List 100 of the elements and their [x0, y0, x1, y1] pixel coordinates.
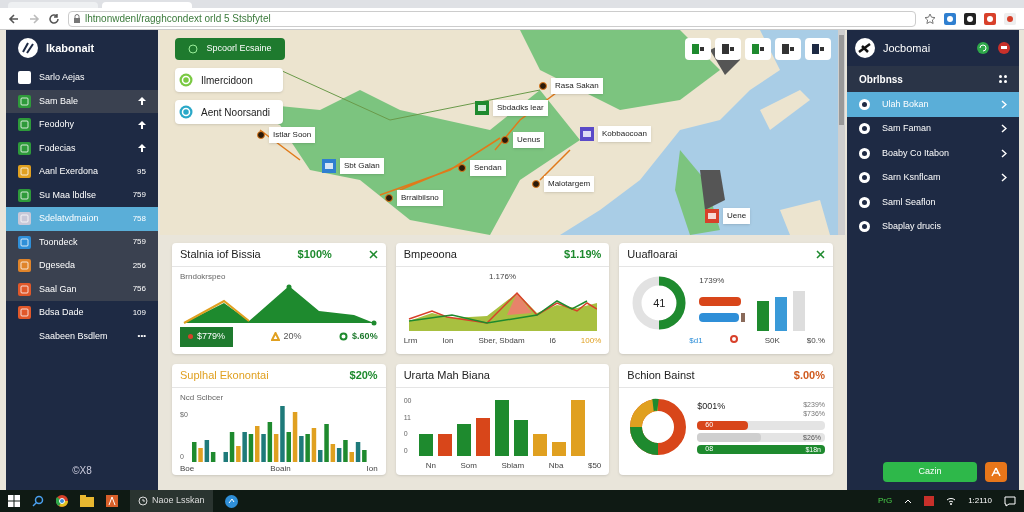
sidebar-item[interactable]: Feodohy — [6, 113, 158, 137]
chart-subtitle: Ncd Sclbcer — [179, 392, 225, 404]
map-label: Sbdadks lear — [493, 100, 548, 116]
ring-icon — [729, 335, 738, 343]
axis-label: Som — [460, 460, 477, 472]
app-title: Ikabonait — [46, 40, 95, 56]
clock-icon — [138, 496, 148, 506]
panel-item[interactable]: Sarn Ksnflcam — [847, 165, 1019, 190]
marker-dot — [458, 164, 466, 172]
panel-item[interactable]: Boaby Co Itabon — [847, 141, 1019, 166]
axis-label: Ion — [366, 463, 378, 475]
sidebar-item[interactable]: Saabeen Bsdlem ••• — [6, 324, 158, 348]
layer-button[interactable]: Spcoorl Ecsaine — [175, 38, 285, 60]
axis-label: $50 — [587, 460, 602, 472]
close-icon[interactable] — [816, 250, 825, 259]
panel-item[interactable]: Sam Faman — [847, 116, 1019, 141]
map-label: Uenus — [513, 132, 545, 148]
wifi-icon[interactable] — [946, 496, 957, 506]
card-value: $.00% — [793, 368, 825, 384]
card-title: Stalnia iof Bissia — [180, 247, 261, 263]
taskbar-app[interactable]: Naoe Lsskan — [130, 490, 213, 512]
logo-icon — [855, 38, 875, 58]
sidebar-item[interactable]: Su Maa lbdlse 759 — [6, 183, 158, 207]
chevron-icon[interactable] — [904, 498, 913, 504]
sidebar-item[interactable]: Sam Bale — [6, 89, 158, 113]
card-title: Suplhal Ekonontai — [180, 368, 269, 384]
map-label: Sbt Galan — [340, 158, 384, 174]
tool-icon — [692, 44, 704, 54]
grid-icon[interactable] — [999, 75, 1007, 83]
map-tool-button[interactable] — [745, 38, 771, 60]
card-title: Bchion Bainst — [627, 368, 695, 384]
layer-card[interactable]: Ilmercidoon — [175, 68, 283, 92]
tool-icon — [782, 44, 794, 54]
stat-value: $.60% — [352, 330, 378, 343]
tray-icon[interactable] — [924, 496, 935, 506]
layer-card[interactable]: Aent Noorsandi — [175, 100, 283, 124]
share-button[interactable] — [985, 462, 1007, 482]
panel-title: Jocbomai — [883, 40, 932, 56]
item-icon — [859, 147, 870, 159]
tray-text: PrG — [877, 495, 893, 507]
panel-item[interactable]: Saml Seaflon — [847, 190, 1019, 215]
sidebar-item[interactable]: Fodecias — [6, 136, 158, 160]
peak-label: 1.176% — [487, 271, 518, 283]
marker-dot — [501, 136, 509, 144]
folder-icon[interactable] — [80, 495, 94, 507]
axis-label: $0.% — [806, 335, 825, 347]
map-tool-button[interactable] — [685, 38, 711, 60]
browser-icon[interactable] — [56, 495, 68, 507]
map-label: Uene — [723, 208, 751, 224]
tool-icon — [812, 44, 824, 54]
clock-time: 1:2110 — [968, 495, 992, 507]
map-label: Sendan — [470, 160, 506, 176]
sidebar-item[interactable]: Bdsa Dade 109 — [6, 301, 158, 325]
reload-icon[interactable] — [48, 12, 60, 25]
sidebar-item[interactable]: Aanl Exerdona 95 — [6, 160, 158, 184]
ring-icon — [339, 332, 349, 342]
axis-label: l6 — [549, 335, 556, 347]
close-icon[interactable] — [368, 250, 378, 259]
address-field[interactable]: lhtnonwdenl/ragghcondext orld 5 Stsbfytel — [68, 10, 916, 27]
extension-icon[interactable] — [964, 12, 976, 25]
item-icon — [859, 172, 870, 184]
axis-label: Lrm — [403, 335, 418, 347]
marker-dot — [257, 131, 265, 139]
app-icon[interactable] — [224, 494, 238, 508]
triangle-icon — [270, 332, 280, 342]
sync-icon[interactable] — [977, 42, 989, 54]
notification-icon[interactable] — [997, 42, 1011, 54]
map-label: Kobbaocoan — [598, 126, 651, 142]
search-icon[interactable] — [32, 495, 44, 507]
back-icon[interactable] — [8, 12, 20, 25]
stat-value: 20% — [283, 330, 302, 343]
caption-text: 1739% — [699, 275, 726, 287]
sidebar-item[interactable]: Sarlo Aejas — [6, 66, 158, 90]
layer-icon — [188, 44, 199, 54]
map-label: Istlar Soon — [269, 127, 316, 143]
tool-icon — [752, 44, 764, 54]
marker-dot — [532, 180, 540, 188]
axis-label: Sber, Sbdam — [478, 335, 525, 347]
axis-label: 100% — [580, 335, 602, 347]
map-label: Brraibilsno — [397, 190, 443, 206]
sidebar-item[interactable]: Toondeck 759 — [6, 230, 158, 254]
sidebar-item[interactable]: Saal Gan 756 — [6, 277, 158, 301]
marker-dot — [385, 194, 393, 202]
notification-icon[interactable] — [1004, 495, 1016, 507]
map-tool-button[interactable] — [715, 38, 741, 60]
item-icon — [859, 123, 870, 135]
star-icon[interactable] — [924, 12, 936, 25]
gauge-value: 41 — [652, 296, 667, 310]
map-tool-button[interactable] — [805, 38, 831, 60]
panel-item[interactable]: Sbaplay drucis — [847, 214, 1019, 239]
map-tool-button[interactable] — [775, 38, 801, 60]
sidebar-item[interactable]: Dgeseda 256 — [6, 254, 158, 278]
axis-label: Boe — [180, 463, 195, 475]
item-icon — [859, 221, 870, 233]
axis-label: Ion — [442, 335, 454, 347]
card-value: $1.19% — [564, 247, 602, 263]
start-icon[interactable] — [8, 495, 20, 507]
axis-label: Nn — [425, 460, 436, 472]
axis-label: Nba — [548, 460, 564, 472]
section-title: Obrlbnss — [859, 72, 903, 87]
